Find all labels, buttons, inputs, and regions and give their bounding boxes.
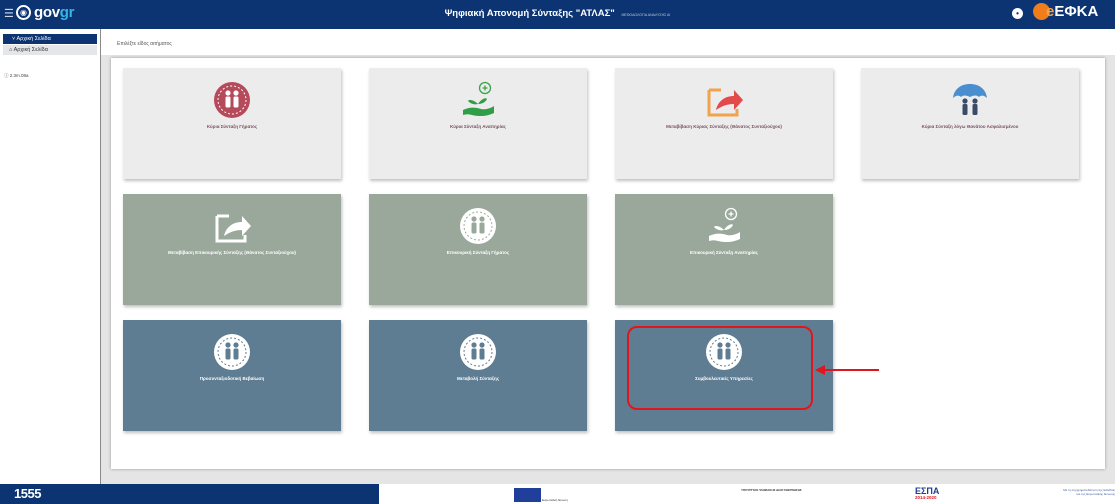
tile-label: Μεταβίβαση Επικουρικής Σύνταξης (Θάνατος… <box>168 250 296 255</box>
tile-label: Μεταβίβαση Κύριας Σύνταξης (Θάνατος Συντ… <box>666 124 782 129</box>
chevron-down-icon: ˅ <box>12 36 16 42</box>
efka-brand: ΕΦΚΑ <box>1054 3 1099 20</box>
couple-icon <box>369 332 587 372</box>
efka-logo: eΕΦΚΑ <box>1033 3 1098 20</box>
app-title: Ψηφιακή Απονομή Σύνταξης "ΑΤΛΑΣ" ΜΕΘΟΔΟΛ… <box>0 8 1115 19</box>
tile-disability-pension[interactable]: Κύρια Σύνταξη Αναπηρίας <box>369 68 587 179</box>
version-label: ⓘ 2.3m.08a <box>4 73 29 79</box>
espa-years: 2014-2020 <box>915 495 937 500</box>
breadcrumb: Επιλέξτε είδος αιτήματος <box>101 29 1115 55</box>
top-bar: ☰ ◉ govgr Ψηφιακή Απονομή Σύνταξης "ΑΤΛΑ… <box>0 0 1115 29</box>
couple-icon <box>123 80 341 120</box>
phone-number: 1555 <box>14 486 41 501</box>
sidebar-item-label: Αρχική Σελίδα <box>13 47 48 53</box>
tile-label: Κύρια Σύνταξη Αναπηρίας <box>450 124 506 129</box>
tile-supplementary-disability[interactable]: Επικουρική Σύνταξη Αναπηρίας <box>615 194 833 305</box>
sidebar-section[interactable]: ˅ Αρχική Σελίδα <box>3 34 97 44</box>
sidebar-item-home[interactable]: ⌂ Αρχική Σελίδα <box>3 45 97 55</box>
family-umbrella-icon <box>861 80 1079 120</box>
version-text: 2.3m.08a <box>9 73 29 78</box>
tile-pension-change[interactable]: Μεταβολή Σύνταξης <box>369 320 587 431</box>
tile-label: Προσυνταξιοδοτική Βεβαίωση <box>199 376 265 381</box>
tile-label: Μεταβολή Σύνταξης <box>456 376 500 381</box>
espa-logo: ΕΣΠΑ 2014-2020 <box>915 486 939 500</box>
transfer-arrow-icon <box>615 80 833 120</box>
tile-label: Κύρια Σύνταξη λόγω Θανάτου Ασφαλισμένου <box>921 124 1019 129</box>
arrow-left-icon <box>815 365 825 375</box>
hand-plant-icon <box>615 206 833 246</box>
eu-flag-icon <box>514 488 541 502</box>
request-type-panel: Κύρια Σύνταξη Γήρατος Κύρια Σύνταξη Αναπ… <box>111 58 1105 469</box>
couple-icon <box>123 332 341 372</box>
home-icon: ⌂ <box>9 47 13 53</box>
eu-label: Ευρωπαϊκή Ένωση <box>542 498 568 502</box>
tile-label: Επικουρική Σύνταξη Αναπηρίας <box>690 250 758 255</box>
couple-icon <box>369 206 587 246</box>
tile-pre-retirement-certificate[interactable]: Προσυνταξιοδοτική Βεβαίωση <box>123 320 341 431</box>
sidebar: ˅ Αρχική Σελίδα ⌂ Αρχική Σελίδα ⓘ 2.3m.0… <box>0 29 101 484</box>
transfer-arrow-icon <box>123 206 341 246</box>
hand-plant-icon <box>369 80 587 120</box>
efka-text: eΕΦΚΑ <box>1046 3 1098 20</box>
version-icon: ⓘ <box>4 73 9 78</box>
tile-main-pension-transfer[interactable]: Μεταβίβαση Κύριας Σύνταξης (Θάνατος Συντ… <box>615 68 833 179</box>
cofunding-text: Με τη συγχρηματοδότηση της Ελλάδας και τ… <box>1063 488 1115 496</box>
main-area: Επιλέξτε είδος αιτήματος Κύρια Σύνταξη Γ… <box>101 29 1115 484</box>
tile-supplementary-transfer[interactable]: Μεταβίβαση Επικουρικής Σύνταξης (Θάνατος… <box>123 194 341 305</box>
user-info-icon[interactable]: • <box>1012 8 1023 19</box>
highlight-box <box>627 326 813 410</box>
ministry-label: ΥΠΟΥΡΓΕΙΟ ΨΗΦΙΑΚΗΣ ΔΙΑΚΥΒΕΡΝΗΣΗΣ <box>741 488 802 492</box>
sidebar-section-label: Αρχική Σελίδα <box>16 36 51 42</box>
footer: 1555 Ευρωπαϊκή Ένωση ΥΠΟΥΡΓΕΙΟ ΨΗΦΙΑΚΗΣ … <box>0 484 1115 504</box>
app-title-text: Ψηφιακή Απονομή Σύνταξης "ΑΤΛΑΣ" <box>444 8 615 19</box>
tile-old-age-pension[interactable]: Κύρια Σύνταξη Γήρατος <box>123 68 341 179</box>
annotation-arrow-line <box>824 369 879 371</box>
tile-supplementary-old-age[interactable]: Επικουρική Σύνταξη Γήρατος <box>369 194 587 305</box>
app-title-sub: ΜΕΘΟΔΟΛΟΓΙΑ ΑΝΑΛΥΣΗΣ ΑΙ <box>621 13 671 17</box>
footer-logos: Ευρωπαϊκή Ένωση ΥΠΟΥΡΓΕΙΟ ΨΗΦΙΑΚΗΣ ΔΙΑΚΥ… <box>379 484 1115 504</box>
tile-label: Κύρια Σύνταξη Γήρατος <box>206 124 258 129</box>
tile-label: Επικουρική Σύνταξη Γήρατος <box>446 250 510 255</box>
tile-survivor-pension[interactable]: Κύρια Σύνταξη λόγω Θανάτου Ασφαλισμένου <box>861 68 1079 179</box>
